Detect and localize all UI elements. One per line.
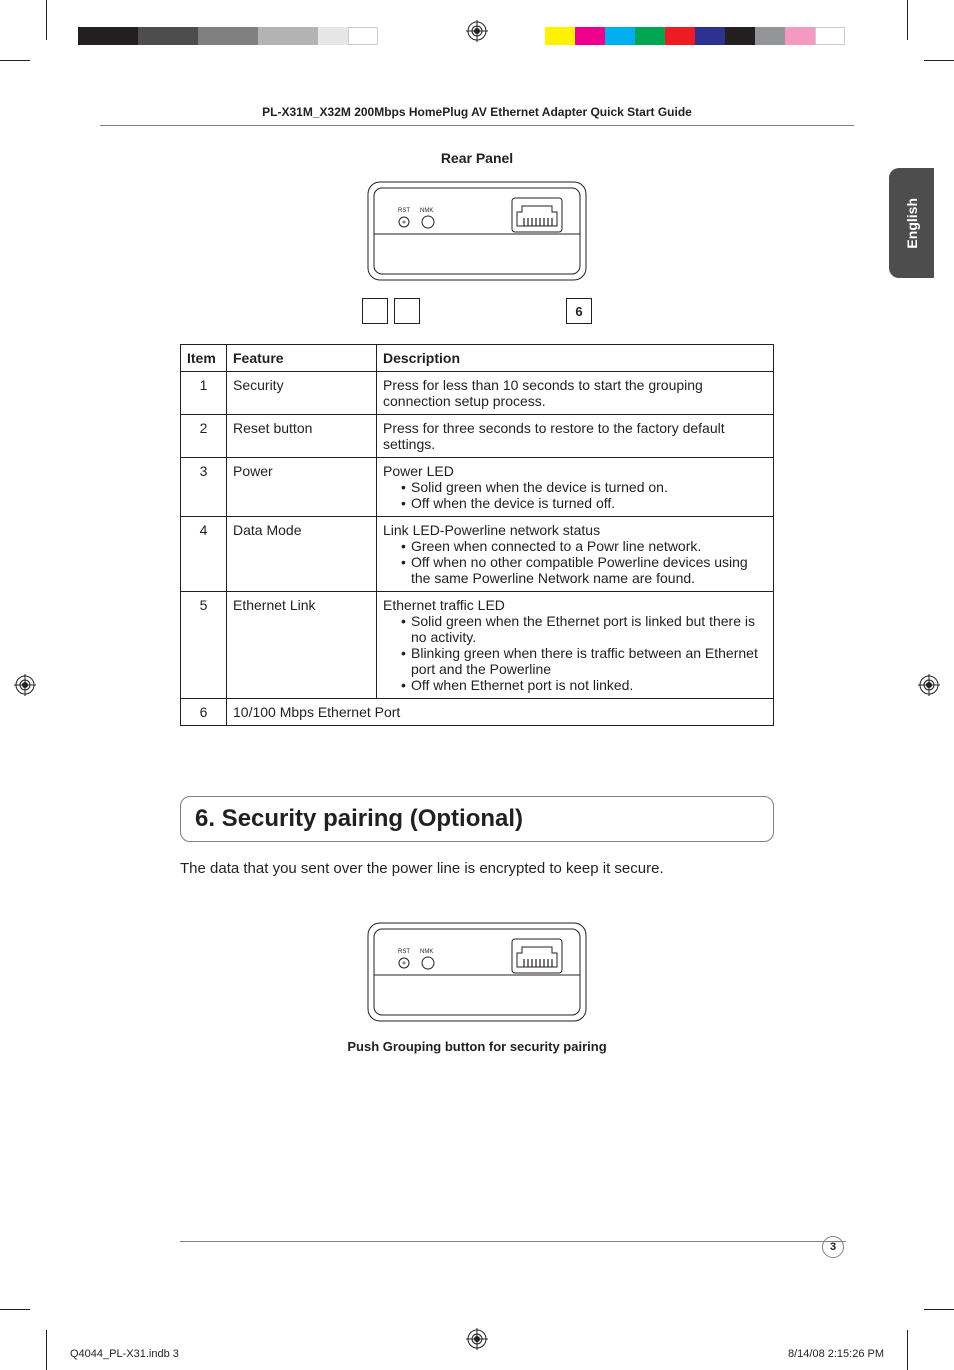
nmk-label: NMK bbox=[420, 208, 433, 214]
svg-text:RST: RST bbox=[398, 949, 410, 955]
panel-title: Rear Panel bbox=[180, 150, 774, 166]
table-row: 4 Data Mode Link LED-Powerline network s… bbox=[181, 517, 774, 592]
crop-mark bbox=[907, 0, 908, 40]
crop-mark bbox=[46, 1330, 47, 1370]
rst-label: RST bbox=[398, 208, 410, 214]
crop-mark bbox=[907, 1330, 908, 1370]
diagram-caption: Push Grouping button for security pairin… bbox=[180, 1039, 774, 1054]
svg-text:NMK: NMK bbox=[420, 949, 433, 955]
divider bbox=[100, 125, 854, 126]
section-text: The data that you sent over the power li… bbox=[180, 860, 774, 877]
header-title: PL-X31M_X32M 200Mbps HomePlug AV Etherne… bbox=[60, 105, 894, 119]
page-number: 3 bbox=[822, 1236, 844, 1258]
slug-filename: Q4044_PL-X31.indb 3 bbox=[70, 1348, 179, 1360]
language-tab: English bbox=[889, 168, 934, 278]
crop-mark bbox=[0, 60, 30, 61]
col-item: Item bbox=[181, 345, 227, 372]
registration-mark-icon bbox=[918, 674, 940, 696]
device-rear-diagram-icon: RST NMK bbox=[362, 176, 592, 286]
callout-box: 6 bbox=[566, 298, 592, 324]
table-row: 2 Reset button Press for three seconds t… bbox=[181, 415, 774, 458]
features-table: Item Feature Description 1 Security Pres… bbox=[180, 344, 774, 726]
crop-mark bbox=[0, 1309, 30, 1310]
col-feature: Feature bbox=[227, 345, 377, 372]
registration-mark-icon bbox=[466, 1328, 488, 1350]
slug-timestamp: 8/14/08 2:15:26 PM bbox=[788, 1348, 884, 1360]
color-bar-process bbox=[545, 27, 845, 45]
registration-mark-icon bbox=[466, 20, 488, 42]
table-row: 3 Power Power LED Solid green when the d… bbox=[181, 458, 774, 517]
callout-box bbox=[394, 298, 420, 324]
footer-divider bbox=[180, 1241, 846, 1242]
table-header-row: Item Feature Description bbox=[181, 345, 774, 372]
table-row: 5 Ethernet Link Ethernet traffic LED Sol… bbox=[181, 592, 774, 699]
table-row: 6 10/100 Mbps Ethernet Port bbox=[181, 699, 774, 726]
device-rear-diagram-icon: RST NMK bbox=[362, 917, 592, 1027]
callout-box bbox=[362, 298, 388, 324]
col-description: Description bbox=[377, 345, 774, 372]
crop-mark bbox=[46, 0, 47, 40]
color-bar-grayscale bbox=[78, 27, 378, 45]
crop-mark bbox=[924, 1309, 954, 1310]
crop-mark bbox=[924, 60, 954, 61]
language-tab-label: English bbox=[904, 198, 920, 249]
callout-row: 6 bbox=[362, 298, 592, 324]
section-heading: 6. Security pairing (Optional) bbox=[180, 796, 774, 842]
registration-mark-icon bbox=[14, 674, 36, 696]
table-row: 1 Security Press for less than 10 second… bbox=[181, 372, 774, 415]
